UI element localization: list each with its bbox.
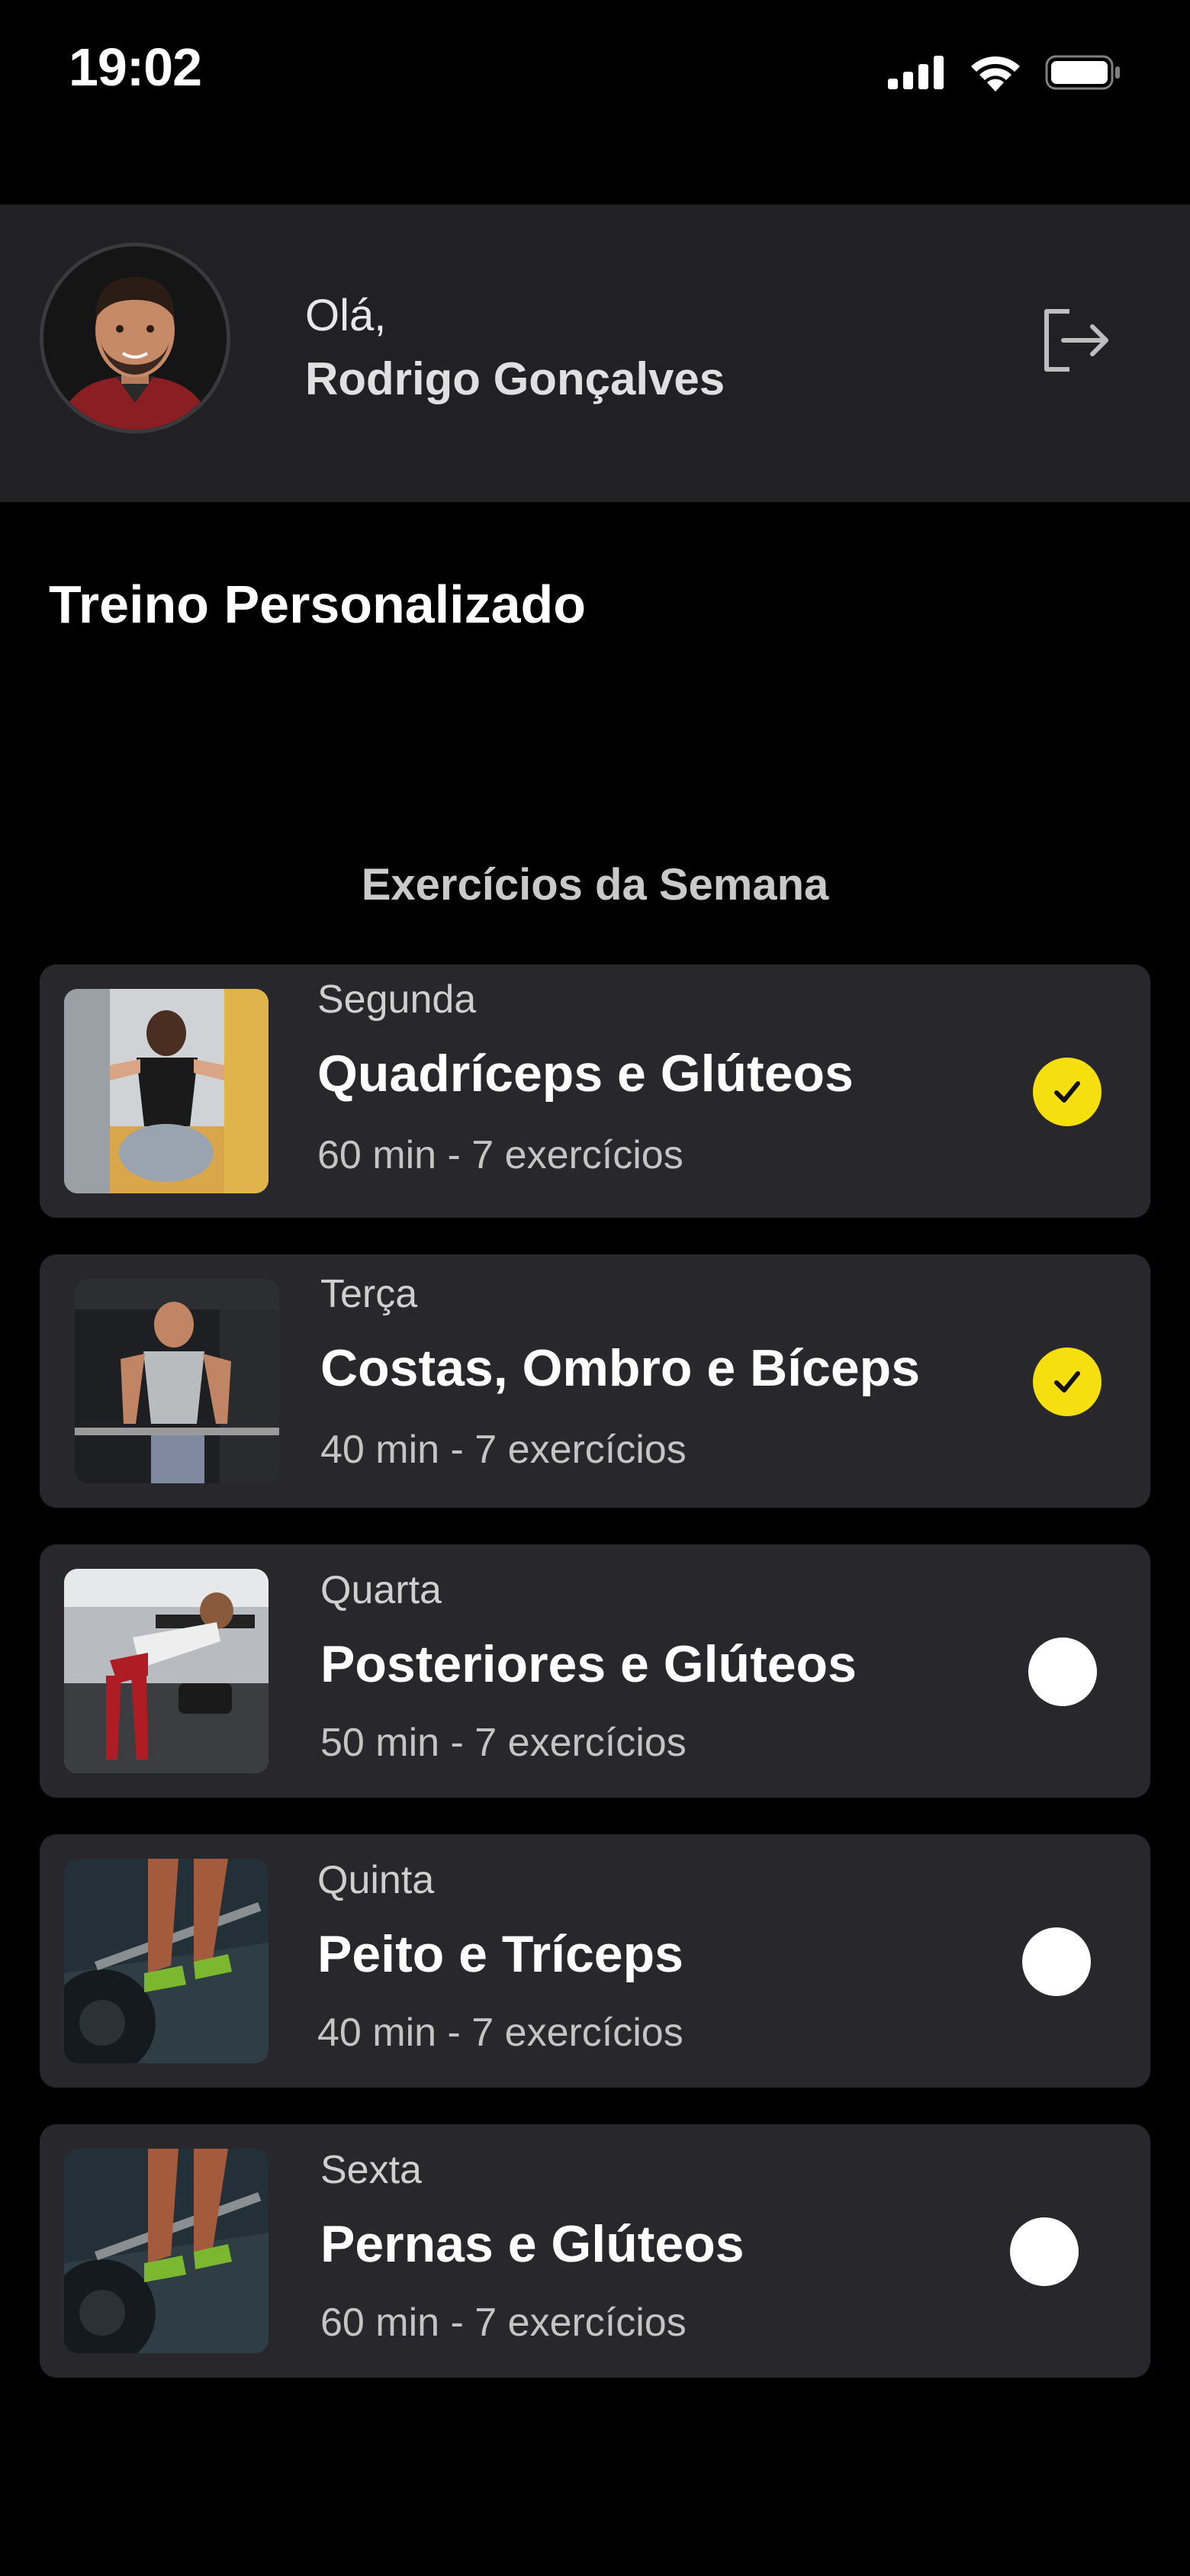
- workout-title: Peito e Tríceps: [317, 1925, 683, 1983]
- section-title: Exercícios da Semana: [361, 860, 829, 910]
- workout-title: Posteriores e Glúteos: [320, 1635, 857, 1693]
- workout-meta: 60 min - 7 exercícios: [320, 2301, 687, 2345]
- pending-check[interactable]: [1028, 1637, 1097, 1706]
- checkmark-icon: [1054, 1081, 1080, 1103]
- workout-thumbnail: [64, 2149, 269, 2353]
- workout-meta: 60 min - 7 exercícios: [317, 1133, 683, 1177]
- avatar[interactable]: [40, 243, 230, 433]
- workout-card-friday[interactable]: Sexta Pernas e Glúteos 60 min - 7 exercí…: [40, 2124, 1150, 2378]
- battery-icon: [1045, 55, 1120, 90]
- workout-card-monday[interactable]: Segunda Quadríceps e Glúteos 60 min - 7 …: [40, 964, 1150, 1218]
- workout-day: Quinta: [317, 1858, 435, 1902]
- pending-check[interactable]: [1022, 1927, 1091, 1996]
- user-name: Rodrigo Gonçalves: [305, 353, 725, 404]
- status-bar: 19:02: [0, 0, 1190, 198]
- user-photo: [43, 246, 227, 430]
- workout-card-thursday[interactable]: Quinta Peito e Tríceps 40 min - 7 exercí…: [40, 1834, 1150, 2088]
- workout-card-wednesday[interactable]: Quarta Posteriores e Glúteos 50 min - 7 …: [40, 1544, 1150, 1798]
- workout-title: Quadríceps e Glúteos: [317, 1045, 854, 1103]
- workout-day: Quarta: [320, 1568, 442, 1612]
- status-icons: [888, 53, 1121, 92]
- workout-day: Terça: [320, 1272, 418, 1316]
- workout-thumbnail: [64, 1569, 269, 1773]
- wifi-icon: [971, 56, 1020, 92]
- logout-icon[interactable]: [1037, 302, 1114, 378]
- status-time: 19:02: [69, 37, 202, 97]
- greeting-text: Olá,: [305, 291, 387, 340]
- workout-meta: 40 min - 7 exercícios: [320, 1428, 687, 1472]
- completed-check[interactable]: [1033, 1058, 1102, 1126]
- workout-day: Sexta: [320, 2148, 422, 2192]
- workout-thumbnail: [64, 1859, 269, 2063]
- workout-title: Pernas e Glúteos: [320, 2215, 745, 2273]
- workout-thumbnail: [64, 989, 269, 1193]
- workout-title: Costas, Ombro e Bíceps: [320, 1339, 921, 1397]
- completed-check[interactable]: [1033, 1348, 1102, 1416]
- pending-check[interactable]: [1010, 2217, 1079, 2286]
- workout-thumbnail: [75, 1279, 279, 1483]
- workout-meta: 50 min - 7 exercícios: [320, 1721, 687, 1765]
- workout-meta: 40 min - 7 exercícios: [317, 2011, 683, 2055]
- page-title: Treino Personalizado: [49, 575, 587, 634]
- profile-header: Olá, Rodrigo Gonçalves: [0, 204, 1190, 502]
- workout-card-tuesday[interactable]: Terça Costas, Ombro e Bíceps 40 min - 7 …: [40, 1254, 1150, 1508]
- signal-icon: [888, 56, 944, 89]
- checkmark-icon: [1054, 1371, 1080, 1393]
- workout-day: Segunda: [317, 977, 477, 1022]
